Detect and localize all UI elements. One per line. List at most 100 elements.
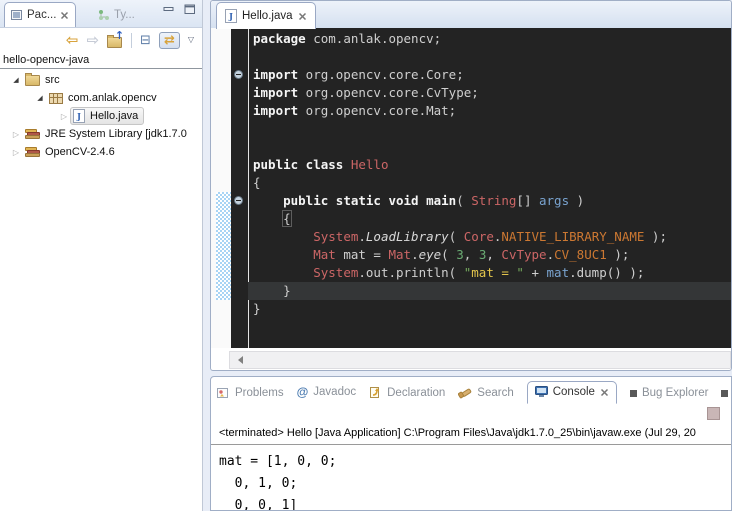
tab-label: Javadoc xyxy=(313,386,356,398)
code-line-8[interactable]: public class Hello xyxy=(253,156,731,174)
bug-explorer-icon xyxy=(630,390,637,397)
fold-collapse-icon[interactable] xyxy=(234,70,243,79)
tab-label: Bug Explorer xyxy=(642,387,708,399)
code-line-6[interactable] xyxy=(253,120,731,138)
tab-label: Pac... xyxy=(27,9,56,21)
tab-label: Console xyxy=(553,386,595,398)
tree-item-label: OpenCV-2.4.6 xyxy=(45,146,115,158)
expand-arrow-icon[interactable]: ▷ xyxy=(10,148,22,157)
gutter-separator xyxy=(248,28,249,348)
library-icon xyxy=(25,129,40,140)
code-line-14[interactable]: System.out.println( "mat = " + mat.dump(… xyxy=(253,264,731,282)
code-line-13[interactable]: Mat mat = Mat.eye( 3, 3, CvType.CV_8UC1 … xyxy=(253,246,731,264)
link-with-editor-icon[interactable]: ⇄ xyxy=(159,32,180,49)
code-line-5[interactable]: import org.opencv.core.Mat; xyxy=(253,102,731,120)
tree-item-content[interactable]: src xyxy=(22,71,66,89)
range-indicator xyxy=(216,192,231,300)
tree-item-src[interactable]: ◢src xyxy=(0,71,202,89)
tab-javadoc[interactable]: @ Javadoc xyxy=(297,385,357,404)
forward-icon[interactable]: ⇨ xyxy=(86,33,99,48)
code-line-16[interactable]: } xyxy=(253,300,731,318)
editor-tab-hello-java[interactable]: J Hello.java xyxy=(216,2,316,29)
back-icon[interactable]: ⇦ xyxy=(66,33,79,48)
bug-icon xyxy=(721,390,728,397)
package-icon xyxy=(49,93,63,104)
scroll-left-arrow-icon[interactable] xyxy=(234,356,243,364)
code-line-2[interactable] xyxy=(253,48,731,66)
maximize-icon[interactable] xyxy=(184,4,196,15)
scrollbar-track[interactable] xyxy=(229,351,731,369)
code-line-4[interactable]: import org.opencv.core.CvType; xyxy=(253,84,731,102)
view-menu-icon[interactable]: ▽ xyxy=(188,36,194,44)
tree-item-label: JRE System Library [jdk1.7.0 xyxy=(45,128,187,140)
tab-label: Ty... xyxy=(114,9,135,21)
toolbar-separator xyxy=(131,33,132,48)
go-up-icon[interactable]: ↑ xyxy=(107,33,123,47)
editor-panel: J Hello.java package com.anlak.opencv; im… xyxy=(210,0,732,371)
tree-item-label: com.anlak.opencv xyxy=(68,92,157,104)
code-line-3[interactable]: import org.opencv.core.Core; xyxy=(253,66,731,84)
tab-search[interactable]: Search xyxy=(458,387,513,404)
console-output-line: mat = [1, 0, 0; xyxy=(219,451,336,473)
search-icon xyxy=(458,387,472,399)
code-line-9[interactable]: { xyxy=(253,174,731,192)
tree-item-opencv-2-4-6[interactable]: ▷ OpenCV-2.4.6 xyxy=(0,143,202,161)
eclipse-window: Pac... Ty... xyxy=(0,0,732,511)
close-icon[interactable] xyxy=(60,11,69,20)
package-explorer-toolbar: ⇦ ⇨ ↑ ⊟ ⇄ ▽ xyxy=(0,28,202,52)
collapse-arrow-icon[interactable]: ◢ xyxy=(10,76,22,84)
expand-arrow-icon[interactable]: ▷ xyxy=(10,130,22,139)
console-output-line: 0, 0, 1] xyxy=(219,495,336,511)
terminate-button[interactable] xyxy=(707,407,720,420)
project-root-label[interactable]: hello-opencv-java xyxy=(0,52,202,67)
type-hierarchy-icon xyxy=(98,9,110,21)
annotation-ruler[interactable] xyxy=(211,28,231,348)
bottom-tab-bar: Problems @ Javadoc Declaration Sear xyxy=(211,377,731,404)
fold-collapse-icon[interactable] xyxy=(234,196,243,205)
tree-item-content[interactable]: OpenCV-2.4.6 xyxy=(22,143,121,161)
declaration-icon xyxy=(369,387,382,399)
tab-type-hierarchy[interactable]: Ty... xyxy=(92,2,141,27)
console-icon xyxy=(535,386,548,398)
tree-item-jre-system-library-jdk1-7-0[interactable]: ▷ JRE System Library [jdk1.7.0 xyxy=(0,125,202,143)
code-line-1[interactable]: package com.anlak.opencv; xyxy=(253,30,731,48)
code-line-12[interactable]: System.LoadLibrary( Core.NATIVE_LIBRARY_… xyxy=(253,228,731,246)
tab-declaration[interactable]: Declaration xyxy=(369,387,445,404)
tab-problems[interactable]: Problems xyxy=(217,387,284,404)
tree-item-content[interactable]: com.anlak.opencv xyxy=(46,89,163,107)
tab-label: Declaration xyxy=(387,387,445,399)
divider xyxy=(0,68,202,69)
code-line-10[interactable]: public static void main( String[] args ) xyxy=(253,192,731,210)
tab-bug[interactable]: Bug xyxy=(721,387,731,404)
package-tree: ◢src◢com.anlak.opencv▷JHello.java▷JRE Sy… xyxy=(0,71,202,161)
tree-item-hello-java[interactable]: ▷JHello.java xyxy=(0,107,202,125)
close-icon[interactable] xyxy=(298,12,307,21)
tree-item-content[interactable]: JHello.java xyxy=(70,107,144,125)
close-icon[interactable] xyxy=(600,388,609,397)
console-panel: Problems @ Javadoc Declaration Sear xyxy=(210,376,732,511)
tree-item-com-anlak-opencv[interactable]: ◢ com.anlak.opencv xyxy=(0,89,202,107)
console-output[interactable]: mat = [1, 0, 0; 0, 1, 0; 0, 0, 1] xyxy=(219,451,336,511)
tree-item-content[interactable]: JRE System Library [jdk1.7.0 xyxy=(22,125,193,143)
tab-bug-explorer[interactable]: Bug Explorer xyxy=(630,387,708,404)
code-line-15[interactable]: } xyxy=(248,282,731,300)
code-line-11[interactable]: { xyxy=(253,210,731,228)
code-line-7[interactable] xyxy=(253,138,731,156)
package-explorer-panel: Pac... Ty... xyxy=(0,0,203,511)
collapse-arrow-icon[interactable]: ◢ xyxy=(34,94,46,102)
minimize-icon[interactable] xyxy=(163,4,175,15)
editor-tab-bar: J Hello.java xyxy=(211,1,731,29)
tab-package-explorer[interactable]: Pac... xyxy=(4,2,76,27)
package-explorer-icon xyxy=(11,10,23,21)
horizontal-scrollbar[interactable] xyxy=(211,348,731,370)
code-text[interactable]: package com.anlak.opencv; import org.open… xyxy=(253,30,731,318)
code-area[interactable]: package com.anlak.opencv; import org.open… xyxy=(231,28,731,348)
tab-console[interactable]: Console xyxy=(527,381,617,404)
collapse-all-icon[interactable]: ⊟ xyxy=(140,34,151,47)
expand-arrow-icon[interactable]: ▷ xyxy=(58,112,70,121)
up-arrow-icon: ↑ xyxy=(115,30,124,41)
console-output-line: 0, 1, 0; xyxy=(219,473,336,495)
library-icon xyxy=(25,147,40,158)
editor-body: package com.anlak.opencv; import org.open… xyxy=(211,28,731,370)
javadoc-icon: @ xyxy=(297,385,309,399)
